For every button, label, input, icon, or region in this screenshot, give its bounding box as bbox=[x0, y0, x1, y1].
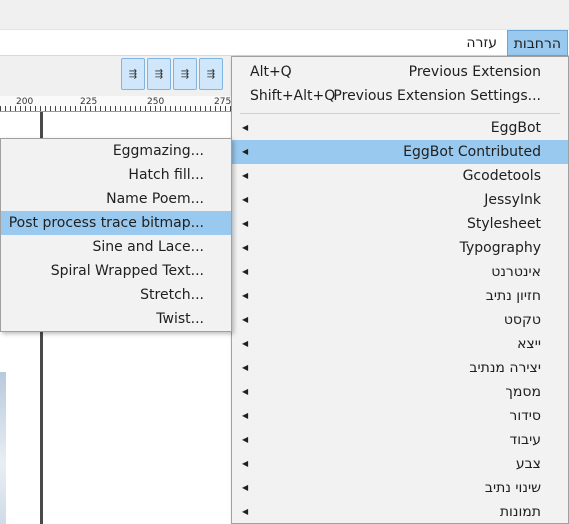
submenu-arrow-icon: ◀ bbox=[242, 483, 249, 492]
submenu-arrow-icon: ◀ bbox=[242, 171, 249, 180]
submenu-arrow-icon: ◀ bbox=[242, 387, 249, 396]
menu-item-label: שינוי נתיב bbox=[484, 480, 541, 496]
menu-item-label: עיבוד bbox=[509, 432, 541, 448]
submenu-arrow-icon: ◀ bbox=[242, 435, 249, 444]
eggbot-contributed-submenu: Eggmazing... Hatch fill... Name Poem... … bbox=[0, 138, 232, 332]
menu-item-label: EggBot Contributed bbox=[403, 144, 541, 160]
menu-item-text[interactable]: ◀ טקסט bbox=[232, 308, 568, 332]
submenu-item-stretch[interactable]: Stretch... bbox=[1, 283, 231, 307]
menu-item-stylesheet[interactable]: ◀ Stylesheet bbox=[232, 212, 568, 236]
menu-item-export[interactable]: ◀ ייצא bbox=[232, 332, 568, 356]
menu-item-label: EggBot bbox=[490, 120, 541, 136]
menu-item-label: אינטרנט bbox=[491, 264, 541, 280]
menu-separator bbox=[240, 113, 560, 114]
menu-item-label: Gcodetools bbox=[462, 168, 541, 184]
window-top-strip bbox=[0, 0, 569, 30]
submenu-arrow-icon: ◀ bbox=[242, 267, 249, 276]
menu-item-eggbot[interactable]: ◀ EggBot bbox=[232, 116, 568, 140]
menu-item-eggbot-contributed[interactable]: ◀ EggBot Contributed bbox=[232, 140, 568, 164]
submenu-item-hatch-fill[interactable]: Hatch fill... bbox=[1, 163, 231, 187]
menu-item-label: צבע bbox=[515, 456, 541, 472]
menu-item-label: טקסט bbox=[503, 312, 541, 328]
submenu-arrow-icon: ◀ bbox=[242, 195, 249, 204]
menu-item-color[interactable]: ◀ צבע bbox=[232, 452, 568, 476]
menubar-help[interactable]: עזרה bbox=[460, 30, 503, 56]
menu-item-label: מסמך bbox=[505, 384, 541, 400]
menu-item-gcodetools[interactable]: ◀ Gcodetools bbox=[232, 164, 568, 188]
menu-item-path-effects[interactable]: ◀ חזיון נתיב bbox=[232, 284, 568, 308]
toolbar-button-4[interactable]: ⇶ bbox=[199, 58, 223, 90]
menubar-extensions[interactable]: הרחבות bbox=[506, 30, 568, 56]
submenu-item-post-process-trace-bitmap[interactable]: Post process trace bitmap... bbox=[1, 211, 231, 235]
submenu-arrow-icon: ◀ bbox=[242, 363, 249, 372]
horizontal-ruler: 200 225 250 275 bbox=[0, 96, 236, 112]
menu-item-modify-path[interactable]: ◀ שינוי נתיב bbox=[232, 476, 568, 500]
submenu-item-label: Spiral Wrapped Text... bbox=[50, 263, 204, 279]
submenu-arrow-icon: ◀ bbox=[242, 123, 249, 132]
toolbar-button-2[interactable]: ⇶ bbox=[147, 58, 171, 90]
submenu-item-label: Stretch... bbox=[140, 287, 204, 303]
menu-item-label: Previous Extension Settings... bbox=[333, 88, 541, 104]
menu-item-render[interactable]: ◀ עיבוד bbox=[232, 428, 568, 452]
submenu-arrow-icon: ◀ bbox=[242, 411, 249, 420]
submenu-arrow-icon: ◀ bbox=[242, 339, 249, 348]
submenu-arrow-icon: ◀ bbox=[242, 507, 249, 516]
accel-alt-q: Alt+Q bbox=[250, 64, 292, 80]
submenu-item-label: Post process trace bitmap... bbox=[8, 215, 204, 231]
menu-item-previous-extension-settings[interactable]: Shift+Alt+Q Previous Extension Settings.… bbox=[232, 84, 568, 108]
menu-item-generate-from-path[interactable]: ◀ יצירה מנתיב bbox=[232, 356, 568, 380]
submenu-item-spiral-wrapped-text[interactable]: Spiral Wrapped Text... bbox=[1, 259, 231, 283]
menu-item-previous-extension[interactable]: Alt+Q Previous Extension bbox=[232, 60, 568, 84]
submenu-arrow-icon: ◀ bbox=[242, 315, 249, 324]
menu-item-images[interactable]: ◀ תמונות bbox=[232, 500, 568, 524]
menu-item-label: תמונות bbox=[499, 504, 541, 520]
submenu-arrow-icon: ◀ bbox=[242, 459, 249, 468]
menu-item-jessyink[interactable]: ◀ JessyInk bbox=[232, 188, 568, 212]
menu-item-label: יצירה מנתיב bbox=[469, 360, 541, 376]
menu-item-label: Previous Extension bbox=[408, 64, 541, 80]
extensions-menu: Alt+Q Previous Extension Shift+Alt+Q Pre… bbox=[231, 56, 569, 524]
submenu-arrow-icon: ◀ bbox=[242, 243, 249, 252]
submenu-item-label: Twist... bbox=[156, 311, 204, 327]
menu-item-internet[interactable]: ◀ אינטרנט bbox=[232, 260, 568, 284]
submenu-arrow-icon: ◀ bbox=[242, 219, 249, 228]
toolbar-button-1[interactable]: ⇶ bbox=[121, 58, 145, 90]
menu-item-label: סידור bbox=[509, 408, 541, 424]
submenu-item-eggmazing[interactable]: Eggmazing... bbox=[1, 139, 231, 163]
submenu-item-sine-and-lace[interactable]: Sine and Lace... bbox=[1, 235, 231, 259]
accel-shift-alt-q: Shift+Alt+Q bbox=[250, 88, 336, 104]
submenu-item-name-poem[interactable]: Name Poem... bbox=[1, 187, 231, 211]
menu-item-arrange[interactable]: ◀ סידור bbox=[232, 404, 568, 428]
menu-item-label: Typography bbox=[459, 240, 541, 256]
menu-item-label: JessyInk bbox=[484, 192, 541, 208]
submenu-item-twist[interactable]: Twist... bbox=[1, 307, 231, 331]
menu-item-label: Stylesheet bbox=[466, 216, 541, 232]
submenu-item-label: Sine and Lace... bbox=[92, 239, 204, 255]
submenu-item-label: Hatch fill... bbox=[128, 167, 204, 183]
submenu-item-label: Name Poem... bbox=[106, 191, 204, 207]
menu-item-label: ייצא bbox=[517, 336, 541, 352]
submenu-arrow-icon: ◀ bbox=[242, 291, 249, 300]
toolbar-button-3[interactable]: ⇶ bbox=[173, 58, 197, 90]
ruler-ticks bbox=[0, 106, 236, 111]
canvas-image-fragment bbox=[0, 372, 6, 524]
submenu-item-label: Eggmazing... bbox=[112, 143, 204, 159]
submenu-arrow-icon: ◀ bbox=[242, 147, 249, 156]
menu-bar: עזרה הרחבות bbox=[0, 30, 569, 56]
menu-item-label: חזיון נתיב bbox=[485, 288, 541, 304]
menu-item-typography[interactable]: ◀ Typography bbox=[232, 236, 568, 260]
menu-item-document[interactable]: ◀ מסמך bbox=[232, 380, 568, 404]
